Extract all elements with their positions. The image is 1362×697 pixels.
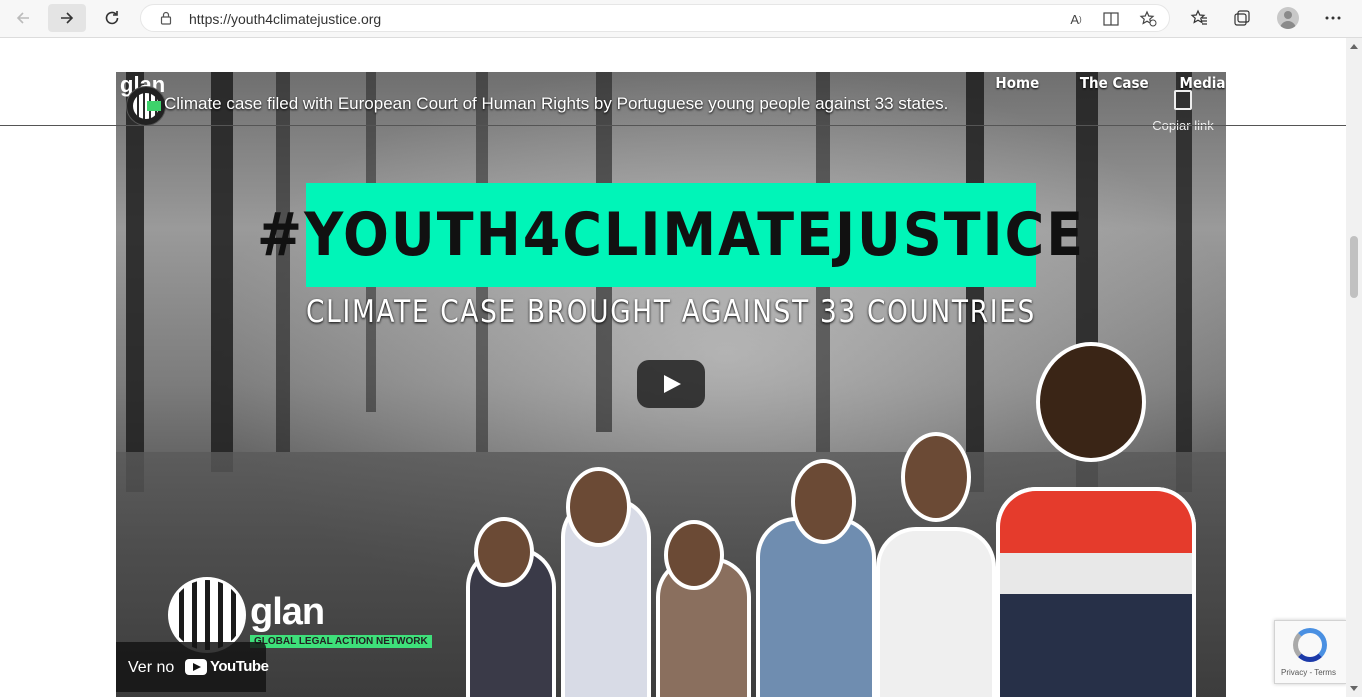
glan-logo-word: glan [250, 591, 325, 633]
scroll-up-arrow-icon[interactable] [1350, 44, 1358, 49]
forward-arrow-icon [61, 12, 74, 24]
back-button[interactable] [4, 4, 42, 32]
collections-icon [1234, 10, 1250, 26]
hashtag-banner: #YOUTH4CLIMATEJUSTICE [257, 183, 1083, 287]
add-favorite-icon[interactable] [1137, 9, 1159, 29]
tree-trunk [1176, 72, 1192, 492]
forward-button[interactable] [48, 4, 86, 32]
person-figure [876, 527, 996, 697]
video-title[interactable]: Climate case filed with European Court o… [164, 94, 948, 114]
person-head [791, 459, 856, 544]
person-head [566, 467, 631, 547]
url-text: https://youth4climatejustice.org [189, 11, 382, 27]
settings-more-button[interactable] [1314, 4, 1352, 32]
youtube-icon [185, 659, 207, 675]
collections-button[interactable] [1223, 4, 1261, 32]
header-divider [0, 125, 1346, 126]
person-head [901, 432, 971, 522]
tree-trunk [126, 72, 144, 492]
person-head [1036, 342, 1146, 462]
recaptcha-links[interactable]: Privacy - Terms [1281, 668, 1336, 677]
play-button[interactable] [637, 360, 705, 408]
vertical-scrollbar[interactable] [1346, 38, 1362, 697]
channel-avatar[interactable] [126, 86, 166, 126]
person-head [474, 517, 534, 587]
profile-avatar[interactable] [1277, 7, 1299, 29]
banner-text: #YOUTH4CLIMATEJUSTICE [256, 200, 1086, 270]
tree-trunk [211, 72, 233, 472]
watch-on-youtube-button[interactable]: Ver no YouTube [116, 642, 269, 692]
refresh-button[interactable] [93, 4, 131, 32]
more-dots-icon [1325, 16, 1341, 20]
video-subtitle: CLIMATE CASE BROUGHT AGAINST 33 COUNTRIE… [306, 294, 1036, 330]
reader-view-icon[interactable] [1101, 9, 1123, 29]
browser-toolbar: https://youth4climatejustice.org A) [0, 0, 1362, 38]
favorites-button[interactable] [1180, 4, 1218, 32]
refresh-icon [105, 11, 119, 25]
scroll-down-arrow-icon[interactable] [1350, 686, 1358, 691]
lock-icon [160, 11, 172, 25]
back-arrow-icon [16, 12, 29, 24]
page-content: glan Climate case filed with European Co… [0, 38, 1346, 697]
read-aloud-icon[interactable]: A) [1065, 9, 1087, 29]
copy-link-button[interactable]: Copiar link [1138, 90, 1226, 133]
youtube-wordmark: YouTube [210, 658, 269, 675]
person-shirt [996, 487, 1196, 697]
watch-on-label: Ver no [128, 659, 175, 676]
recaptcha-icon [1293, 628, 1327, 662]
nav-home[interactable]: Home [995, 74, 1039, 92]
favorites-icon [1190, 9, 1207, 25]
person-head [664, 520, 724, 590]
scroll-thumb[interactable] [1350, 236, 1358, 298]
youtube-video-embed[interactable]: glan Climate case filed with European Co… [116, 72, 1226, 697]
copy-icon [1174, 90, 1192, 110]
address-bar[interactable]: https://youth4climatejustice.org A) [140, 4, 1170, 32]
recaptcha-badge[interactable]: Privacy - Terms [1274, 620, 1346, 684]
person-figure [756, 517, 876, 697]
glan-logo-tag: GLOBAL LEGAL ACTION NETWORK [250, 635, 432, 648]
